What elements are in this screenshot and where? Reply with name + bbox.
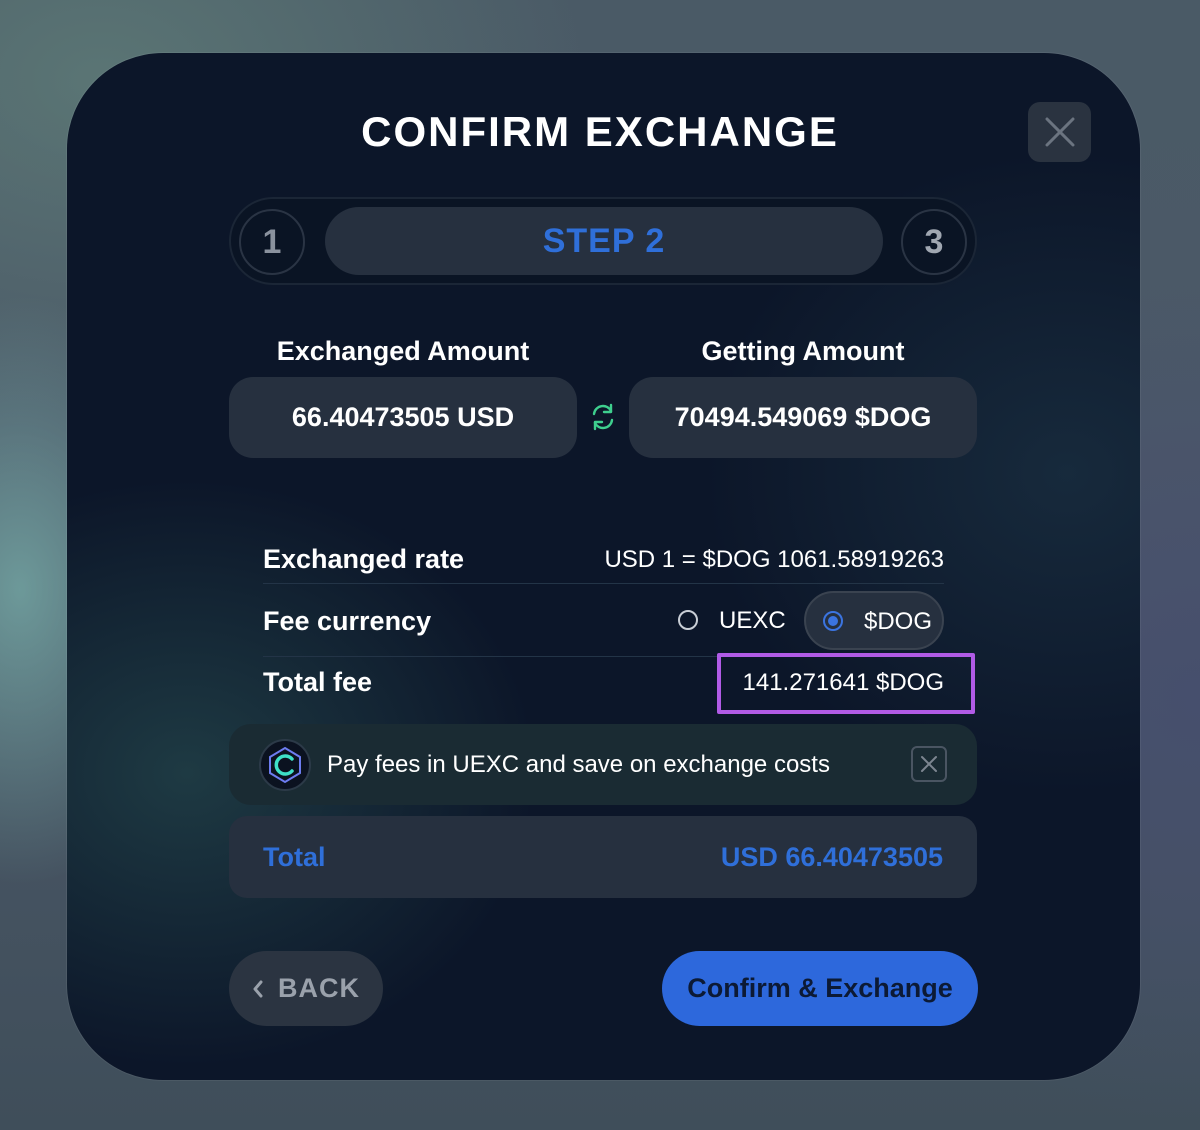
total-fee-label: Total fee — [263, 667, 373, 697]
getting-amount-label: Getting Amount — [701, 336, 905, 366]
close-icon — [1045, 117, 1074, 147]
fee-option-uexc-label[interactable]: UEXC — [719, 607, 786, 635]
confirm-exchange-button[interactable]: Confirm & Exchange — [662, 951, 978, 1026]
step-3[interactable]: 3 — [901, 209, 967, 275]
fee-option-sdog[interactable]: $DOG — [804, 591, 944, 650]
exchanged-amount-field: 66.40473505 USD — [229, 377, 577, 458]
total-label: Total — [263, 842, 326, 872]
radio-selected-dot — [828, 616, 838, 626]
modal-title: CONFIRM EXCHANGE — [361, 108, 839, 155]
fee-currency-label: Fee currency — [263, 606, 432, 636]
fee-option-sdog-label[interactable]: $DOG — [864, 608, 932, 636]
promo-close-button[interactable] — [911, 746, 947, 782]
exchanged-amount-label: Exchanged Amount — [276, 336, 530, 366]
step-indicator: 1 STEP 2 3 — [229, 197, 977, 285]
close-button[interactable] — [1028, 102, 1091, 162]
fee-option-uexc-radio[interactable] — [678, 610, 698, 630]
divider — [263, 583, 944, 584]
total-fee-highlight — [717, 653, 975, 714]
step-1[interactable]: 1 — [239, 209, 305, 275]
total-value: USD 66.40473505 — [720, 842, 943, 872]
fee-option-sdog-radio[interactable] — [823, 611, 843, 631]
chevron-left-icon — [253, 980, 263, 997]
back-button[interactable]: BACK — [229, 951, 383, 1026]
uexc-logo-icon — [259, 739, 311, 791]
exchanged-rate-label: Exchanged rate — [263, 544, 465, 574]
swap-arrows-icon[interactable] — [588, 402, 618, 432]
step-2-active: STEP 2 — [325, 207, 883, 275]
back-button-label: BACK — [278, 973, 360, 1003]
exchanged-rate-value: USD 1 = $DOG 1061.58919263 — [604, 546, 944, 573]
getting-amount-field: 70494.549069 $DOG — [629, 377, 977, 458]
close-icon — [921, 756, 937, 772]
uexc-promo-banner: Pay fees in UEXC and save on exchange co… — [229, 724, 977, 805]
promo-text: Pay fees in UEXC and save on exchange co… — [327, 751, 830, 778]
total-summary: Total USD 66.40473505 — [229, 816, 977, 898]
